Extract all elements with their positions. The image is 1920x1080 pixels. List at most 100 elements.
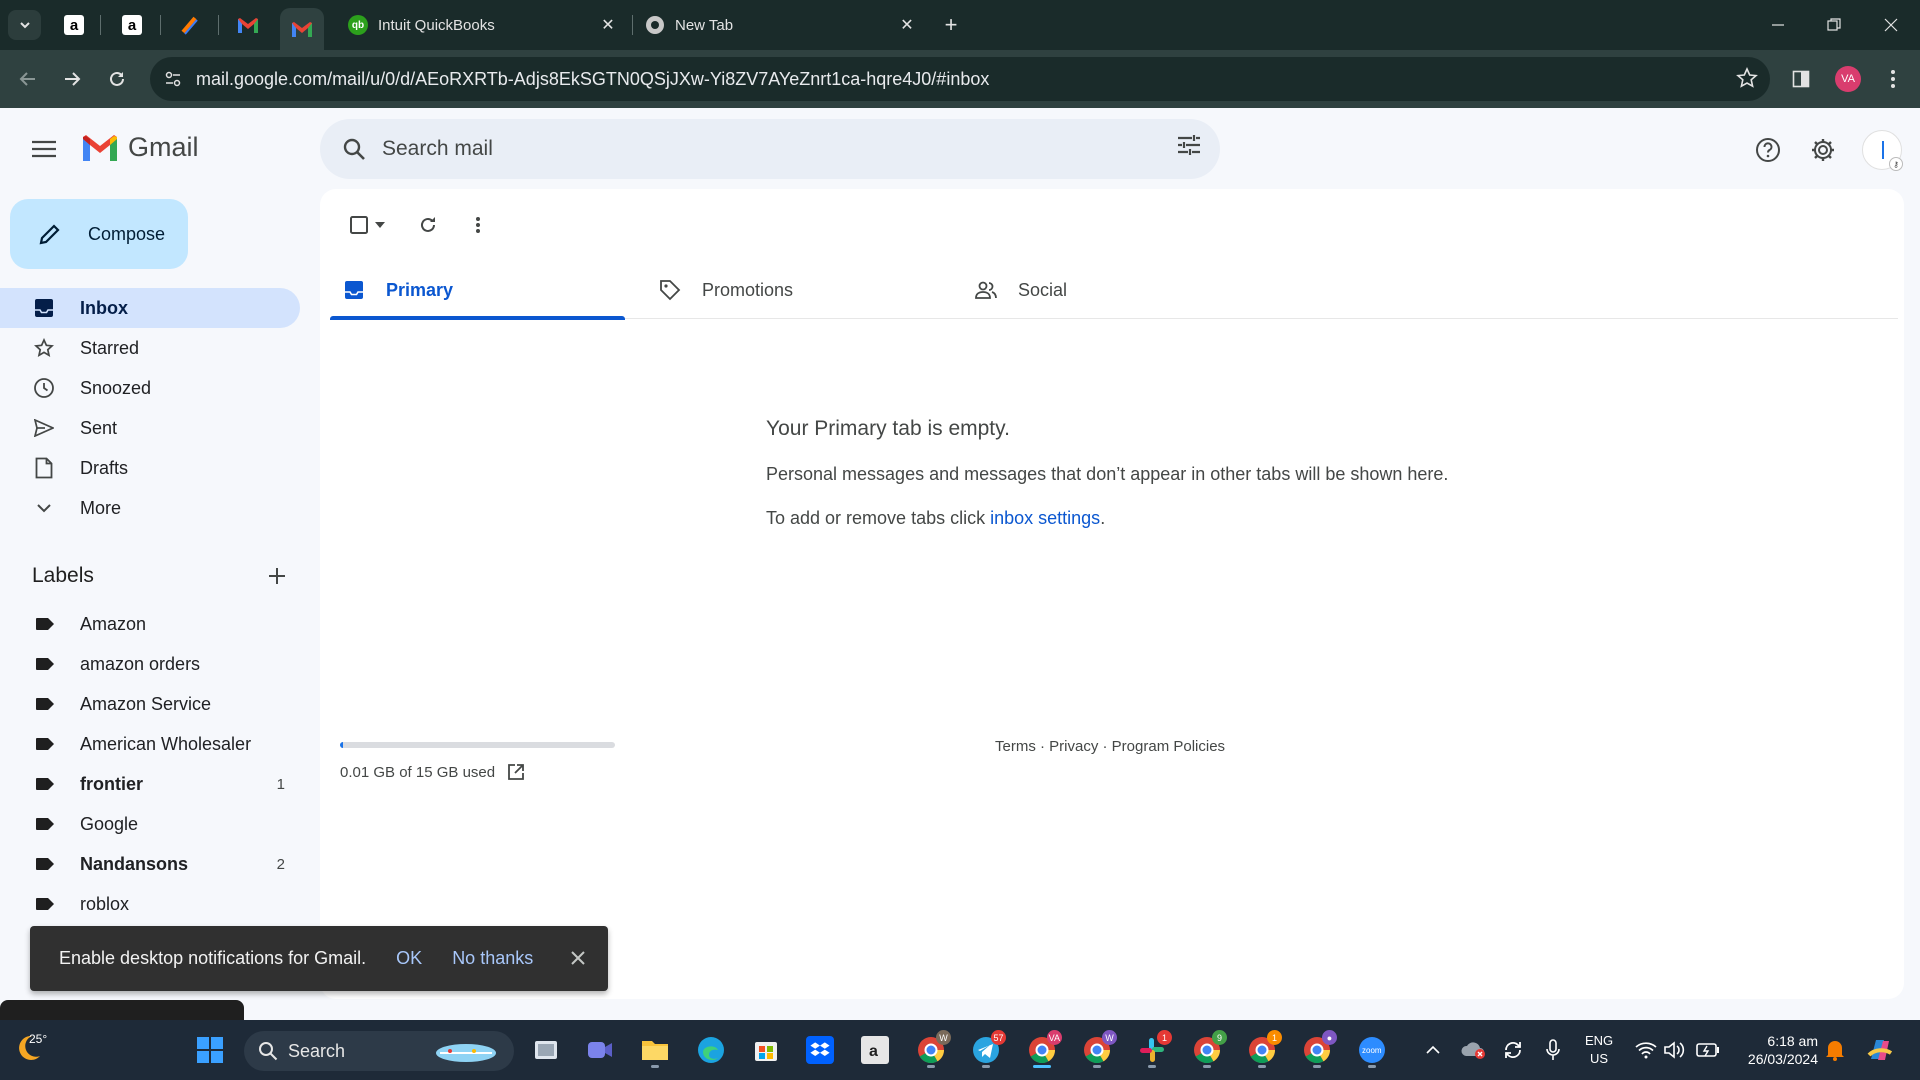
- tab-quickbooks[interactable]: qb Intuit QuickBooks ✕: [348, 8, 618, 42]
- input-language[interactable]: ENG US: [1585, 1032, 1613, 1068]
- restore-icon: [1827, 18, 1841, 31]
- more-actions-button[interactable]: [460, 207, 496, 243]
- no-thanks-button[interactable]: No thanks: [452, 948, 533, 969]
- nav-snoozed[interactable]: Snoozed: [0, 368, 300, 408]
- search-highlight-icon: [436, 1044, 496, 1062]
- label-item[interactable]: Amazon: [0, 604, 300, 644]
- chrome-orange-profile-button[interactable]: 1: [1242, 1030, 1282, 1070]
- compose-button[interactable]: Compose: [10, 199, 188, 269]
- task-view-button[interactable]: [526, 1030, 566, 1070]
- zoom-button[interactable]: zoom: [1352, 1030, 1392, 1070]
- chrome-profile-va-button[interactable]: VA: [1022, 1030, 1062, 1070]
- footer-links[interactable]: Terms · Privacy · Program Policies: [995, 738, 1225, 755]
- label-item[interactable]: roblox: [0, 884, 300, 924]
- reload-button[interactable]: [102, 64, 132, 94]
- label-item[interactable]: Google: [0, 804, 300, 844]
- pinned-tab-gmail-active[interactable]: [280, 8, 324, 50]
- dropbox-button[interactable]: [800, 1030, 840, 1070]
- tab-label: Promotions: [702, 279, 794, 300]
- chrome-profile-w-button[interactable]: W: [911, 1030, 951, 1070]
- side-panel-button[interactable]: [1786, 64, 1816, 94]
- system-clock[interactable]: 6:18 am 26/03/2024: [1738, 1032, 1818, 1068]
- sync-button[interactable]: [1493, 1030, 1533, 1070]
- copilot-button[interactable]: [1860, 1030, 1900, 1070]
- open-external-icon[interactable]: [507, 763, 525, 781]
- tab-social[interactable]: Social: [962, 261, 1257, 319]
- search-bar[interactable]: Search mail: [320, 119, 1220, 179]
- label-item[interactable]: American Wholesaler: [0, 724, 300, 764]
- nav-more[interactable]: More: [0, 488, 300, 528]
- pinned-tab-gmail[interactable]: [226, 8, 270, 42]
- browser-menu-button[interactable]: [1878, 64, 1908, 94]
- tab-primary[interactable]: Primary: [330, 261, 625, 320]
- pinned-tab-zapier[interactable]: [168, 8, 212, 42]
- onedrive-button[interactable]: [1453, 1030, 1493, 1070]
- label-icon: [35, 897, 57, 911]
- gmail-icon: [83, 134, 117, 161]
- chrome-green-profile-button[interactable]: 9: [1187, 1030, 1227, 1070]
- amazon-app-button[interactable]: a: [855, 1030, 895, 1070]
- site-info-icon[interactable]: [158, 64, 188, 94]
- select-all-checkbox[interactable]: [342, 207, 392, 243]
- close-icon[interactable]: [568, 948, 588, 968]
- nav-starred[interactable]: Starred: [0, 328, 300, 368]
- tab-promotions[interactable]: Promotions: [646, 261, 941, 319]
- profile-button[interactable]: VA: [1833, 64, 1863, 94]
- tab-search-button[interactable]: [8, 10, 41, 40]
- refresh-button[interactable]: [410, 207, 446, 243]
- label-item[interactable]: frontier 1: [0, 764, 300, 804]
- chevron-down-icon: [19, 22, 30, 29]
- slack-badge: 1: [1157, 1030, 1172, 1045]
- microphone-button[interactable]: [1533, 1030, 1573, 1070]
- clock-icon: [32, 376, 56, 400]
- battery-icon[interactable]: [1688, 1030, 1728, 1070]
- pinned-tab-amazon[interactable]: a: [52, 8, 96, 42]
- nav-inbox[interactable]: Inbox: [0, 288, 300, 328]
- account-avatar[interactable]: ⚷: [1862, 130, 1903, 171]
- show-hidden-icons-button[interactable]: [1413, 1030, 1453, 1070]
- store-button[interactable]: [746, 1030, 786, 1070]
- start-button[interactable]: [190, 1030, 230, 1070]
- ok-button[interactable]: OK: [396, 948, 422, 969]
- weather-widget[interactable]: 25°: [12, 1032, 47, 1064]
- back-button[interactable]: [13, 64, 43, 94]
- address-bar[interactable]: mail.google.com/mail/u/0/d/AEoRXRTb-Adjs…: [150, 57, 1770, 101]
- taskbar-search[interactable]: Search: [244, 1031, 514, 1071]
- chrome-purple-profile-button[interactable]: ●: [1297, 1030, 1337, 1070]
- chrome-profile-w2-button[interactable]: W: [1077, 1030, 1117, 1070]
- file-explorer-button[interactable]: [635, 1030, 675, 1070]
- forward-button[interactable]: [57, 64, 87, 94]
- slack-button[interactable]: 1: [1132, 1030, 1172, 1070]
- search-input[interactable]: Search mail: [382, 137, 493, 161]
- sidebar-scrollbar[interactable]: [0, 1000, 244, 1020]
- help-button[interactable]: [1748, 130, 1788, 170]
- tab-new-tab[interactable]: New Tab ✕: [645, 8, 917, 42]
- add-label-button[interactable]: [265, 564, 289, 588]
- close-icon[interactable]: ✕: [897, 15, 917, 35]
- restore-button[interactable]: [1814, 10, 1854, 40]
- telegram-button[interactable]: 57: [966, 1030, 1006, 1070]
- settings-button[interactable]: [1803, 130, 1843, 170]
- label-item[interactable]: Nandansons 2: [0, 844, 300, 884]
- notifications-button[interactable]: [1815, 1030, 1855, 1070]
- main-menu-button[interactable]: [26, 131, 62, 167]
- close-icon[interactable]: ✕: [598, 15, 618, 35]
- teams-button[interactable]: [580, 1030, 620, 1070]
- minimize-button[interactable]: [1758, 10, 1798, 40]
- bookmark-star-icon[interactable]: [1736, 67, 1758, 94]
- star-icon: [32, 336, 56, 360]
- search-options-icon[interactable]: [1176, 133, 1202, 162]
- lang-line1: ENG: [1585, 1033, 1614, 1048]
- nav-drafts[interactable]: Drafts: [0, 448, 300, 488]
- inbox-settings-link[interactable]: inbox settings: [990, 508, 1100, 528]
- gmail-logo[interactable]: Gmail: [80, 132, 199, 163]
- search-icon[interactable]: [336, 131, 372, 167]
- nav-sent[interactable]: Sent: [0, 408, 300, 448]
- label-item[interactable]: amazon orders: [0, 644, 300, 684]
- edge-button[interactable]: [691, 1030, 731, 1070]
- pinned-tab-amazon-2[interactable]: a: [110, 8, 154, 42]
- label-item[interactable]: Amazon Service: [0, 684, 300, 724]
- new-tab-button[interactable]: +: [938, 12, 964, 38]
- close-window-button[interactable]: [1871, 10, 1911, 40]
- url-text[interactable]: mail.google.com/mail/u/0/d/AEoRXRTb-Adjs…: [196, 69, 989, 90]
